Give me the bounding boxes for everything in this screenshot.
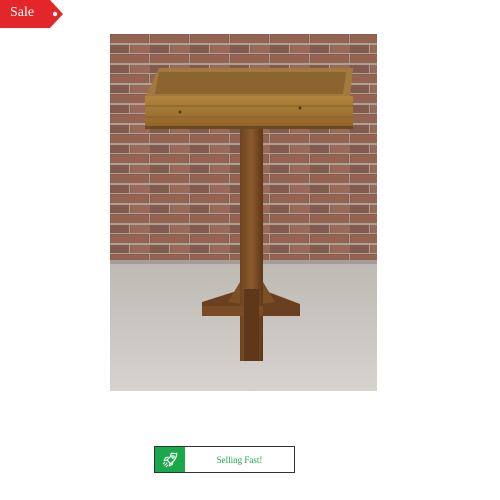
bird-table-photo bbox=[110, 34, 377, 391]
selling-fast-badge: Selling Fast! bbox=[154, 446, 295, 473]
product-image[interactable] bbox=[110, 34, 377, 391]
rocket-icon bbox=[155, 447, 185, 472]
sale-tag: Sale bbox=[0, 0, 64, 28]
sale-label: Sale bbox=[10, 5, 35, 20]
selling-fast-label: Selling Fast! bbox=[216, 454, 263, 465]
